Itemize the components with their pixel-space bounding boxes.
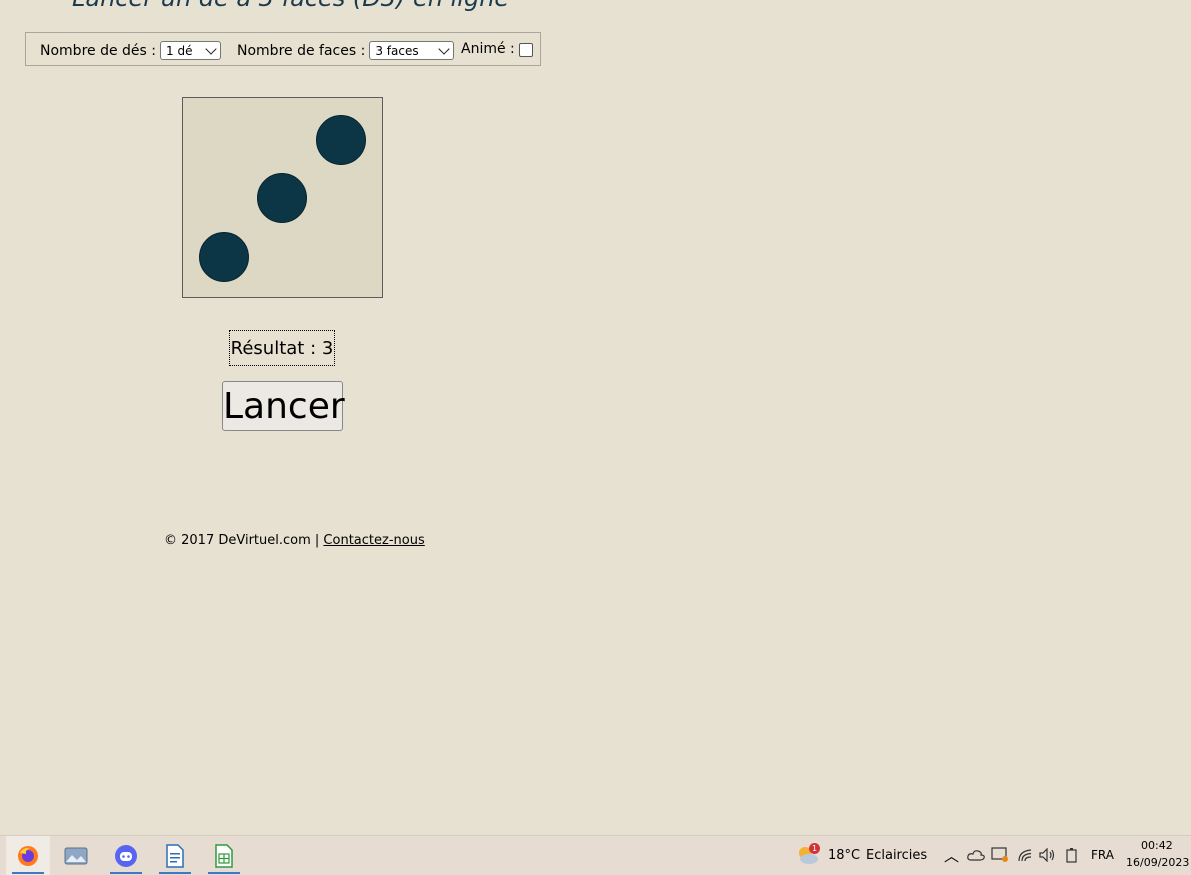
- network-badge-icon[interactable]: [991, 847, 1009, 863]
- writer-document-icon: [166, 843, 184, 868]
- chevron-down-icon: [438, 42, 450, 55]
- page-title: Lancer un dé à 3 faces (D3) en ligne: [72, 0, 509, 10]
- animated-option: Animé :: [461, 41, 533, 57]
- dice-count-label: Nombre de dés :: [40, 42, 156, 59]
- die-pip: [316, 115, 366, 165]
- faces-count-option: Nombre de faces : 3 faces: [237, 41, 455, 60]
- photos-icon: [64, 847, 88, 864]
- chevron-down-icon: [205, 42, 217, 55]
- discord-icon: [115, 844, 137, 867]
- taskbar: 1 18°C Eclaircies ︿ FRA 00:42 16/09/2023: [0, 835, 1191, 875]
- footer: © 2017 DeVirtuel.com | Contactez-nous: [164, 533, 425, 548]
- battery-icon[interactable]: [1065, 847, 1079, 863]
- chevron-up-icon[interactable]: ︿: [944, 845, 959, 866]
- weather-widget-icon[interactable]: 1: [795, 842, 821, 868]
- taskbar-app-firefox[interactable]: [6, 836, 50, 875]
- language-indicator[interactable]: FRA: [1091, 848, 1114, 862]
- weather-temperature[interactable]: 18°C: [828, 848, 860, 863]
- clock-date[interactable]: 16/09/2023: [1126, 856, 1189, 869]
- weather-badge: 1: [809, 843, 820, 854]
- taskbar-app-writer[interactable]: [153, 836, 197, 875]
- die-pip: [199, 232, 249, 282]
- roll-button[interactable]: Lancer: [222, 381, 345, 431]
- dice-count-value: 1 dé: [166, 43, 193, 58]
- options-bar: Nombre de dés : 1 dé Nombre de faces : 3…: [25, 32, 541, 66]
- dice-count-select[interactable]: 1 dé: [160, 41, 221, 60]
- firefox-icon: [18, 845, 38, 866]
- die-pip: [257, 173, 307, 223]
- onedrive-cloud-icon[interactable]: [967, 849, 985, 861]
- faces-count-value: 3 faces: [375, 43, 419, 58]
- wifi-icon[interactable]: [1017, 848, 1033, 862]
- taskbar-app-photos[interactable]: [54, 836, 98, 875]
- dice-count-option: Nombre de dés : 1 dé: [40, 41, 221, 60]
- clock-time[interactable]: 00:42: [1141, 839, 1173, 852]
- taskbar-app-discord[interactable]: [104, 836, 148, 875]
- animated-checkbox[interactable]: [518, 43, 533, 57]
- result-display: Résultat : 3: [229, 330, 335, 366]
- weather-condition[interactable]: Eclaircies: [866, 848, 927, 863]
- faces-count-select[interactable]: 3 faces: [369, 41, 455, 60]
- animated-label: Animé :: [461, 41, 515, 57]
- calc-spreadsheet-icon: [215, 843, 233, 868]
- contact-link[interactable]: Contactez-nous: [323, 533, 424, 548]
- die-face: [182, 97, 383, 298]
- copyright-text: © 2017 DeVirtuel.com |: [164, 533, 320, 548]
- taskbar-app-calc[interactable]: [202, 836, 246, 875]
- faces-count-label: Nombre de faces :: [237, 42, 366, 59]
- volume-icon[interactable]: [1039, 848, 1057, 862]
